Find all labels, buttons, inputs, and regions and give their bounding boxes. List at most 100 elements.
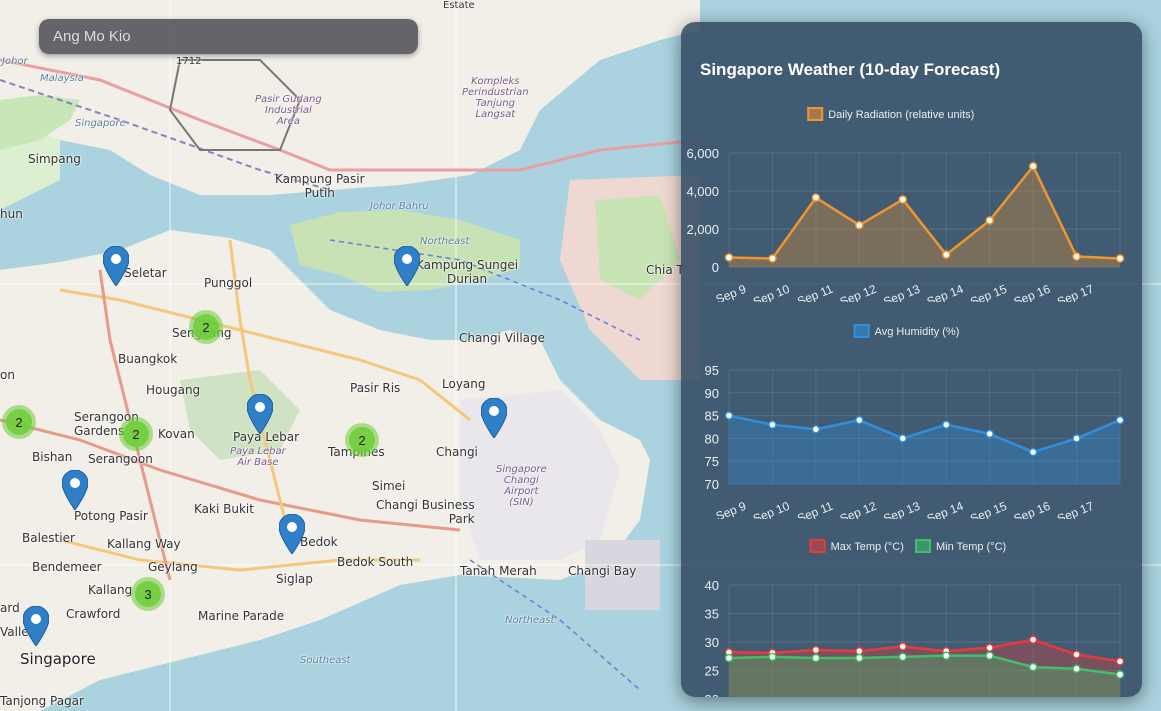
place-label: Changi Village — [459, 331, 546, 345]
place-label: Kovan — [158, 427, 195, 441]
x-tick-label: Sep 10 — [751, 282, 792, 302]
data-point — [985, 429, 994, 439]
map-pin-icon[interactable] — [481, 398, 507, 438]
search-input[interactable] — [39, 19, 418, 54]
x-tick-label: Sep 13 — [881, 282, 922, 302]
data-point — [985, 651, 994, 660]
place-label: Singapore Changi Airport (SIN) — [496, 464, 547, 508]
x-tick-label: Sep 15 — [968, 282, 1009, 302]
place-label: Geylang — [148, 560, 198, 574]
place-label: Bishan — [32, 450, 73, 464]
data-point — [1072, 252, 1081, 261]
data-point — [1115, 670, 1125, 679]
place-label: ard — [0, 601, 20, 615]
x-tick-label: Sep 12 — [838, 499, 879, 519]
x-tick-label: Sep 10 — [751, 499, 792, 519]
series-area — [729, 166, 1120, 267]
legend-label: Max Temp (°C) — [831, 541, 904, 553]
data-point — [811, 193, 821, 202]
place-label: Kampung Sungei Durian — [416, 258, 519, 286]
data-point — [811, 645, 821, 655]
place-label: Hougang — [146, 383, 201, 397]
place-label: Potong Pasir — [74, 509, 148, 523]
data-point — [1028, 162, 1038, 171]
data-point — [811, 425, 821, 434]
place-label: Punggol — [204, 276, 253, 290]
location-search — [39, 19, 418, 54]
place-label: Changi Business Park — [376, 498, 475, 526]
marker-cluster[interactable]: 2 — [2, 405, 36, 439]
place-label: Kompleks Perindustrian Tanjung Langsat — [462, 76, 529, 120]
x-tick-label: Sep 14 — [925, 499, 966, 519]
place-label: Kallang — [88, 583, 133, 597]
place-label: Crawford — [66, 607, 121, 621]
place-label: Johor — [2, 56, 28, 67]
x-tick-label: Sep 15 — [968, 499, 1009, 519]
y-tick-label: 80 — [705, 431, 719, 446]
place-label: Simei — [372, 479, 406, 493]
marker-cluster[interactable]: 2 — [345, 423, 379, 457]
data-point — [1072, 434, 1081, 443]
y-tick-label: 30 — [705, 635, 719, 650]
data-point — [1072, 664, 1081, 674]
map-pin-icon[interactable] — [279, 514, 305, 554]
marker-cluster[interactable]: 2 — [189, 310, 223, 344]
place-label: Changi — [436, 445, 478, 459]
marker-cluster[interactable]: 2 — [119, 417, 153, 451]
place-label: Siglap — [276, 572, 313, 586]
y-tick-label: 35 — [705, 607, 719, 622]
data-point — [1028, 447, 1038, 457]
y-tick-label: 85 — [705, 409, 719, 424]
place-label: Kaki Bukit — [194, 502, 254, 516]
humidity-chart: Avg Humidity (%) 95 90 85 80 75 70 Sep 9 Sep 10 S… — [681, 319, 1142, 519]
data-point — [768, 420, 777, 429]
legend-label: Avg Humidity (%) — [875, 326, 960, 338]
place-label: 1712 — [176, 56, 202, 67]
map-pin-icon[interactable] — [23, 606, 49, 646]
map-pin-icon[interactable] — [247, 394, 273, 434]
place-label: Tanah Merah — [460, 564, 537, 578]
place-label: hun — [0, 207, 23, 221]
x-tick-label: Sep 16 — [1012, 282, 1053, 302]
place-label: Bedok — [300, 535, 338, 549]
place-label: Kampung Pasir Putih — [275, 172, 365, 200]
data-point — [941, 651, 951, 660]
cluster-count: 3 — [135, 581, 161, 607]
data-point — [1072, 650, 1081, 659]
y-tick-label: 0 — [712, 260, 719, 275]
data-point — [941, 250, 951, 259]
legend-swatch — [853, 324, 870, 338]
temperature-chart: Max Temp (°C)Min Temp (°C)40353025209012… — [681, 534, 1142, 697]
data-point — [898, 195, 908, 204]
place-label: Pasir Gudang Industrial Area — [255, 94, 322, 127]
y-tick-label: 75 — [705, 454, 719, 469]
data-point — [898, 434, 908, 443]
data-point — [811, 653, 821, 663]
x-tick-label: Sep 16 — [1012, 499, 1053, 519]
data-point — [898, 642, 908, 651]
data-point — [985, 643, 994, 652]
marker-cluster[interactable]: 3 — [131, 577, 165, 611]
place-label: Northeast — [420, 236, 470, 247]
x-tick-label: Sep 13 — [881, 499, 922, 519]
x-tick-label: Sep 17 — [1055, 499, 1096, 519]
map-pin-icon[interactable] — [62, 470, 88, 510]
place-label: Seletar — [124, 266, 167, 280]
map-pin-icon[interactable] — [103, 246, 129, 286]
y-tick-label: 70 — [705, 477, 719, 492]
legend-label: Min Temp (°C) — [936, 541, 1006, 553]
place-label: Singapore — [75, 118, 126, 129]
radiation-chart-svg: Daily Radiation (relative units) 6,000 4,0… — [686, 107, 1125, 302]
data-point — [855, 415, 864, 425]
data-point — [724, 253, 734, 262]
cluster-count: 2 — [193, 314, 219, 340]
place-label: Northeast — [505, 615, 555, 626]
humidity-chart-svg: Avg Humidity (%)959085807570Sep 9 Sep 10 S… — [705, 324, 1125, 519]
x-tick-label: Sep 9 — [714, 499, 749, 519]
data-point — [855, 646, 864, 656]
place-label: Serangoon — [88, 452, 153, 466]
place-label: Estate — [443, 0, 475, 11]
panel-title: Singapore Weather (10-day Forecast) — [700, 60, 1001, 79]
map-pin-icon[interactable] — [394, 246, 420, 286]
place-label: Chia T — [646, 263, 684, 277]
